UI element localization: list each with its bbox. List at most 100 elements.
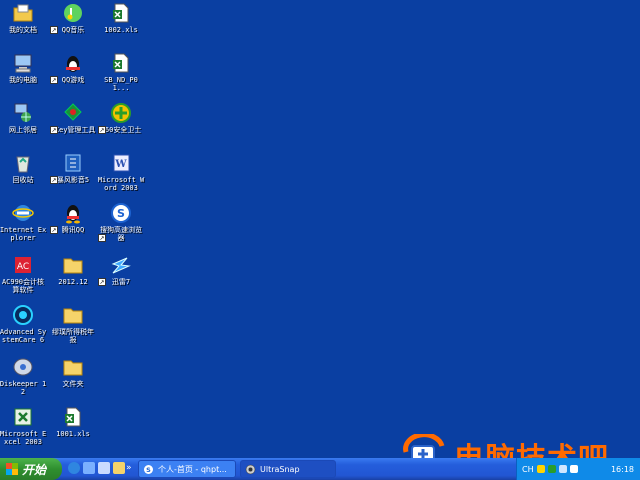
desktop-icon-ie[interactable]: Internet Explorer: [0, 202, 46, 242]
desktop-icon-advanced-systemcare[interactable]: Advanced SystemCare 6: [0, 304, 46, 344]
desktop-icon-label: 1001.xls: [56, 430, 90, 438]
start-button[interactable]: 开始: [0, 458, 62, 480]
desktop-icon-ac990[interactable]: AC AC990会计核算软件: [0, 254, 46, 294]
360-security-icon: [111, 103, 131, 123]
quicklaunch-expand-icon[interactable]: »: [126, 463, 132, 473]
desktop-icon-ukey[interactable]: UKey管理工具 ↗: [50, 102, 96, 134]
watermark-text: 电脑技术吧: [454, 434, 609, 458]
desktop-icon-label: 文件夹: [62, 380, 84, 388]
excel-file-icon: [113, 3, 129, 23]
svg-text:S: S: [146, 466, 151, 474]
taskbar-item-browser[interactable]: S 个人-首页 - qhpt...: [138, 460, 236, 478]
sogou-browser-icon: S: [144, 464, 153, 474]
desktop-icon-word-2003[interactable]: W Microsoft Word 2003: [98, 152, 144, 192]
desktop-icon-label: 我的文档: [9, 26, 37, 34]
folder-icon: [13, 4, 33, 22]
desktop-icon-label: 2012.12: [58, 278, 88, 286]
thunder-icon: [111, 257, 131, 274]
desktop-icon-thunder[interactable]: 迅雷7 ↗: [98, 254, 144, 286]
taskbar-clock[interactable]: 16:18: [611, 465, 634, 474]
shortcut-arrow-icon: ↗: [50, 76, 58, 84]
explorer-quicklaunch-icon[interactable]: [113, 462, 125, 474]
start-button-label: 开始: [22, 462, 47, 477]
desktop-icon-label: Microsoft Excel 2003: [0, 430, 47, 446]
ie-quicklaunch-icon[interactable]: [68, 462, 80, 474]
watermark-logo-icon: [403, 434, 445, 458]
folder-icon: [63, 258, 83, 274]
svg-text:AC: AC: [17, 262, 29, 272]
tray-volume-icon[interactable]: [558, 465, 567, 473]
desktop-icon-sogou-browser[interactable]: S 搜狗高速浏览器 ↗: [98, 202, 144, 242]
shortcut-arrow-icon: ↗: [98, 278, 106, 286]
quick-launch: [68, 462, 125, 474]
sogou-browser-icon: S: [111, 203, 131, 223]
systemcare-icon: [13, 305, 33, 325]
diskeeper-icon: [13, 358, 33, 376]
shortcut-arrow-icon: ↗: [50, 226, 58, 234]
folder-icon: [63, 360, 83, 376]
desktop-icon-label: 网上邻居: [9, 126, 37, 134]
windows-flag-icon: [6, 463, 18, 475]
desktop-icon-network[interactable]: 网上邻居: [0, 102, 46, 134]
desktop-icon-label: 缪璞所得税年报: [52, 328, 94, 344]
desktop-icon-my-documents[interactable]: 我的文档: [0, 2, 46, 34]
media-player-icon: [65, 154, 81, 172]
desktop-icon-excel-2003[interactable]: Microsoft Excel 2003: [0, 406, 46, 446]
tray-shield-icon[interactable]: [547, 465, 556, 473]
excel-icon: [14, 408, 32, 426]
word-icon: W: [113, 154, 130, 172]
desktop[interactable]: 我的文档 我的电脑 网上邻居 回收站 Internet Explorer AC …: [0, 0, 640, 458]
shortcut-arrow-icon: ↗: [50, 126, 58, 134]
shortcut-arrow-icon: ↗: [50, 26, 58, 34]
taskbar: 开始 » S 个人-首页 - qhpt... UltraSnap CH 16:1…: [0, 458, 640, 480]
desktop-icon-qq-game[interactable]: QQ游戏 ↗: [50, 52, 96, 84]
desktop-icon-360-security[interactable]: 360安全卫士 ↗: [98, 102, 144, 134]
desktop-icon-1001-xls[interactable]: 1001.xls: [50, 406, 96, 438]
system-tray: CH 16:18: [516, 458, 640, 480]
desktop-icon-storm-player[interactable]: 暴风影音5 ↗: [50, 152, 96, 184]
computer-icon: [14, 54, 32, 73]
taskbar-item-label: 个人-首页 - qhpt...: [158, 464, 227, 474]
taskbar-item-ultrasnap[interactable]: UltraSnap: [240, 460, 336, 478]
shortcut-arrow-icon: ↗: [98, 126, 106, 134]
desktop-icon-tax-report-folder[interactable]: 缪璞所得税年报: [50, 304, 96, 344]
tray-app-icon[interactable]: [536, 465, 545, 473]
desktop-icon-label: AC990会计核算软件: [1, 278, 45, 294]
shortcut-arrow-icon: ↗: [98, 234, 106, 242]
desktop-icon-diskeeper[interactable]: Diskeeper 12: [0, 356, 46, 396]
network-icon: [14, 103, 31, 122]
excel-file-icon: [65, 407, 81, 427]
media-quicklaunch-icon[interactable]: [83, 462, 95, 474]
desktop-icon-my-computer[interactable]: 我的电脑: [0, 52, 46, 84]
watermark: 电脑技术吧: [402, 432, 640, 458]
desktop-icon-label: Diskeeper 12: [0, 380, 47, 396]
desktop-icon-label: 1002.xls: [104, 26, 138, 34]
desktop-icon-label: Internet Explorer: [0, 226, 47, 242]
desktop-icon-folder[interactable]: 文件夹: [50, 356, 96, 388]
desktop-icon-label: SB_ND_P01...: [104, 76, 138, 92]
show-desktop-icon[interactable]: [98, 462, 110, 474]
svg-text:W: W: [114, 159, 127, 170]
qq-penguin-icon: [66, 205, 80, 224]
desktop-icon-recycle-bin[interactable]: 回收站: [0, 152, 46, 184]
desktop-icon-label: Microsoft Word 2003: [97, 176, 145, 192]
svg-text:S: S: [117, 207, 125, 220]
camera-icon: [245, 464, 256, 474]
desktop-icon-label: Advanced SystemCare 6: [0, 328, 47, 344]
desktop-icon-folder-2012-12[interactable]: 2012.12: [50, 254, 96, 286]
desktop-icon-qq-music[interactable]: QQ音乐 ↗: [50, 2, 96, 34]
desktop-icon-1002-xls[interactable]: 1002.xls: [98, 2, 144, 34]
excel-file-icon: [113, 53, 129, 73]
qq-game-icon: [66, 56, 80, 72]
qq-music-icon: [64, 4, 82, 22]
accounting-software-icon: AC: [15, 257, 31, 273]
ie-icon: [12, 205, 34, 221]
taskbar-item-label: UltraSnap: [260, 464, 300, 474]
desktop-icon-tencent-qq[interactable]: 腾讯QQ ↗: [50, 202, 96, 234]
shortcut-arrow-icon: ↗: [50, 176, 58, 184]
folder-icon: [63, 308, 83, 324]
tray-network-icon[interactable]: [569, 465, 578, 473]
desktop-icon-sb-nd-p01[interactable]: SB_ND_P01...: [98, 52, 144, 92]
language-indicator[interactable]: CH: [522, 465, 534, 474]
recycle-bin-icon: [16, 156, 30, 173]
